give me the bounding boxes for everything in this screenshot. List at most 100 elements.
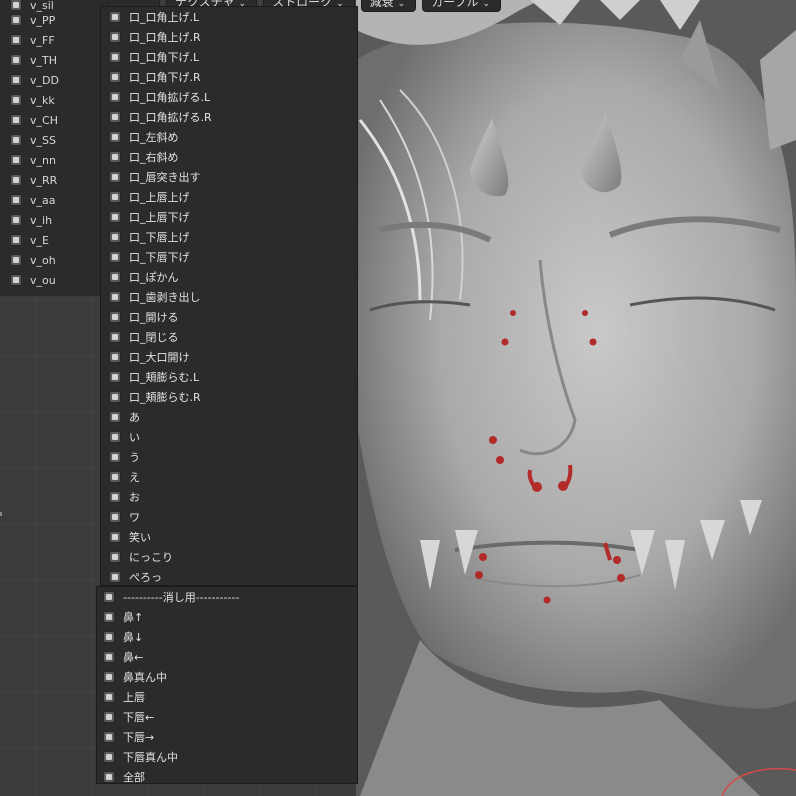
checkbox-icon[interactable] — [103, 691, 115, 703]
checkbox-icon[interactable] — [109, 211, 121, 223]
checkbox-icon[interactable] — [109, 191, 121, 203]
menu-item[interactable]: 口_口角下げ.L — [101, 47, 357, 67]
menu-item[interactable]: 口_上唇下げ — [101, 207, 357, 227]
checkbox-icon[interactable] — [109, 511, 121, 523]
list-item[interactable]: v_RR — [0, 170, 107, 190]
list-item[interactable]: v_nn — [0, 150, 107, 170]
menu-item[interactable]: あ — [101, 407, 357, 427]
menu-item[interactable]: 鼻↓ — [97, 627, 357, 647]
menu-item[interactable]: 口_口角上げ.R — [101, 27, 357, 47]
checkbox-icon[interactable] — [103, 611, 115, 623]
checkbox-icon[interactable] — [109, 431, 121, 443]
checkbox-icon[interactable] — [109, 251, 121, 263]
checkbox-icon[interactable] — [109, 51, 121, 63]
checkbox-icon[interactable] — [109, 271, 121, 283]
shape-key-menu-eraser[interactable]: ----------消し用----------- 鼻↑ 鼻↓ 鼻← 鼻真ん中 上唇 下唇← 下… — [96, 586, 358, 784]
menu-item[interactable]: 鼻↑ — [97, 607, 357, 627]
checkbox-icon[interactable] — [103, 591, 115, 603]
curve-dropdown[interactable]: カーブル ⌄ — [422, 0, 502, 12]
menu-item[interactable]: 口_唇突き出す — [101, 167, 357, 187]
checkbox-icon[interactable] — [109, 131, 121, 143]
list-item[interactable]: v_FF — [0, 30, 107, 50]
menu-item[interactable]: 口_上唇上げ — [101, 187, 357, 207]
shape-key-menu[interactable]: 口_口角上げ.L 口_口角上げ.R 口_口角下げ.L 口_口角下げ.R 口_口角拡げる.… — [100, 6, 358, 586]
menu-item[interactable]: 上唇 — [97, 687, 357, 707]
checkbox-icon[interactable] — [109, 451, 121, 463]
menu-item[interactable]: え — [101, 467, 357, 487]
checkbox-icon[interactable] — [103, 631, 115, 643]
checkbox-icon[interactable] — [10, 34, 22, 46]
list-item[interactable]: v_DD — [0, 70, 107, 90]
menu-item[interactable]: ワ — [101, 507, 357, 527]
checkbox-icon[interactable] — [109, 31, 121, 43]
checkbox-icon[interactable] — [10, 94, 22, 106]
checkbox-icon[interactable] — [109, 351, 121, 363]
menu-item[interactable]: 口_口角拡げる.L — [101, 87, 357, 107]
checkbox-icon[interactable] — [109, 331, 121, 343]
checkbox-icon[interactable] — [109, 71, 121, 83]
list-item[interactable]: v_PP — [0, 10, 107, 30]
menu-item[interactable]: 下唇→ — [97, 727, 357, 747]
checkbox-icon[interactable] — [109, 171, 121, 183]
checkbox-icon[interactable] — [10, 14, 22, 26]
checkbox-icon[interactable] — [109, 491, 121, 503]
checkbox-icon[interactable] — [109, 231, 121, 243]
checkbox-icon[interactable] — [103, 731, 115, 743]
list-item[interactable]: v_CH — [0, 110, 107, 130]
menu-item[interactable]: ----------消し用----------- — [97, 587, 357, 607]
list-item[interactable]: v_ih — [0, 210, 107, 230]
checkbox-icon[interactable] — [109, 11, 121, 23]
checkbox-icon[interactable] — [109, 391, 121, 403]
menu-item[interactable]: 口_口角上げ.L — [101, 7, 357, 27]
checkbox-icon[interactable] — [109, 411, 121, 423]
menu-item[interactable]: 口_下唇上げ — [101, 227, 357, 247]
checkbox-icon[interactable] — [109, 371, 121, 383]
list-item[interactable]: v_kk — [0, 90, 107, 110]
checkbox-icon[interactable] — [10, 254, 22, 266]
checkbox-icon[interactable] — [103, 651, 115, 663]
checkbox-icon[interactable] — [10, 274, 22, 286]
menu-item[interactable]: お — [101, 487, 357, 507]
checkbox-icon[interactable] — [10, 214, 22, 226]
menu-item[interactable]: 口_頬膨らむ.L — [101, 367, 357, 387]
menu-item[interactable]: 口_左斜め — [101, 127, 357, 147]
menu-item[interactable]: 下唇真ん中 — [97, 747, 357, 767]
checkbox-icon[interactable] — [103, 751, 115, 763]
checkbox-icon[interactable] — [109, 571, 121, 583]
checkbox-icon[interactable] — [10, 174, 22, 186]
menu-item[interactable]: 口_頬膨らむ.R — [101, 387, 357, 407]
checkbox-icon[interactable] — [103, 711, 115, 723]
menu-item[interactable]: 口_口角下げ.R — [101, 67, 357, 87]
menu-item[interactable]: 口_歯剥き出し — [101, 287, 357, 307]
checkbox-icon[interactable] — [109, 291, 121, 303]
checkbox-icon[interactable] — [10, 234, 22, 246]
list-item[interactable]: v_SS — [0, 130, 107, 150]
menu-item[interactable]: 下唇← — [97, 707, 357, 727]
3d-viewport[interactable] — [356, 0, 796, 796]
checkbox-icon[interactable] — [109, 551, 121, 563]
checkbox-icon[interactable] — [10, 114, 22, 126]
checkbox-icon[interactable] — [109, 91, 121, 103]
list-item[interactable]: v_E — [0, 230, 107, 250]
checkbox-icon[interactable] — [109, 471, 121, 483]
menu-item[interactable]: 口_ぽかん — [101, 267, 357, 287]
menu-item[interactable]: う — [101, 447, 357, 467]
menu-item[interactable]: 全部 — [97, 767, 357, 787]
shape-key-list[interactable]: v_sil v_PP v_FF v_TH v_DD v_kk v_CH v_SS… — [0, 0, 108, 296]
checkbox-icon[interactable] — [10, 194, 22, 206]
menu-item[interactable]: 口_下唇下げ — [101, 247, 357, 267]
menu-item[interactable]: 口_開ける — [101, 307, 357, 327]
checkbox-icon[interactable] — [109, 151, 121, 163]
menu-item[interactable]: 口_右斜め — [101, 147, 357, 167]
checkbox-icon[interactable] — [10, 0, 22, 11]
checkbox-icon[interactable] — [109, 111, 121, 123]
menu-item[interactable]: い — [101, 427, 357, 447]
list-item[interactable]: v_TH — [0, 50, 107, 70]
menu-item[interactable]: 口_大口開け — [101, 347, 357, 367]
list-item[interactable]: v_oh — [0, 250, 107, 270]
menu-item[interactable]: にっこり — [101, 547, 357, 567]
falloff-dropdown[interactable]: 減衰 ⌄ — [360, 0, 417, 12]
checkbox-icon[interactable] — [10, 54, 22, 66]
checkbox-icon[interactable] — [109, 531, 121, 543]
menu-item[interactable]: 笑い — [101, 527, 357, 547]
